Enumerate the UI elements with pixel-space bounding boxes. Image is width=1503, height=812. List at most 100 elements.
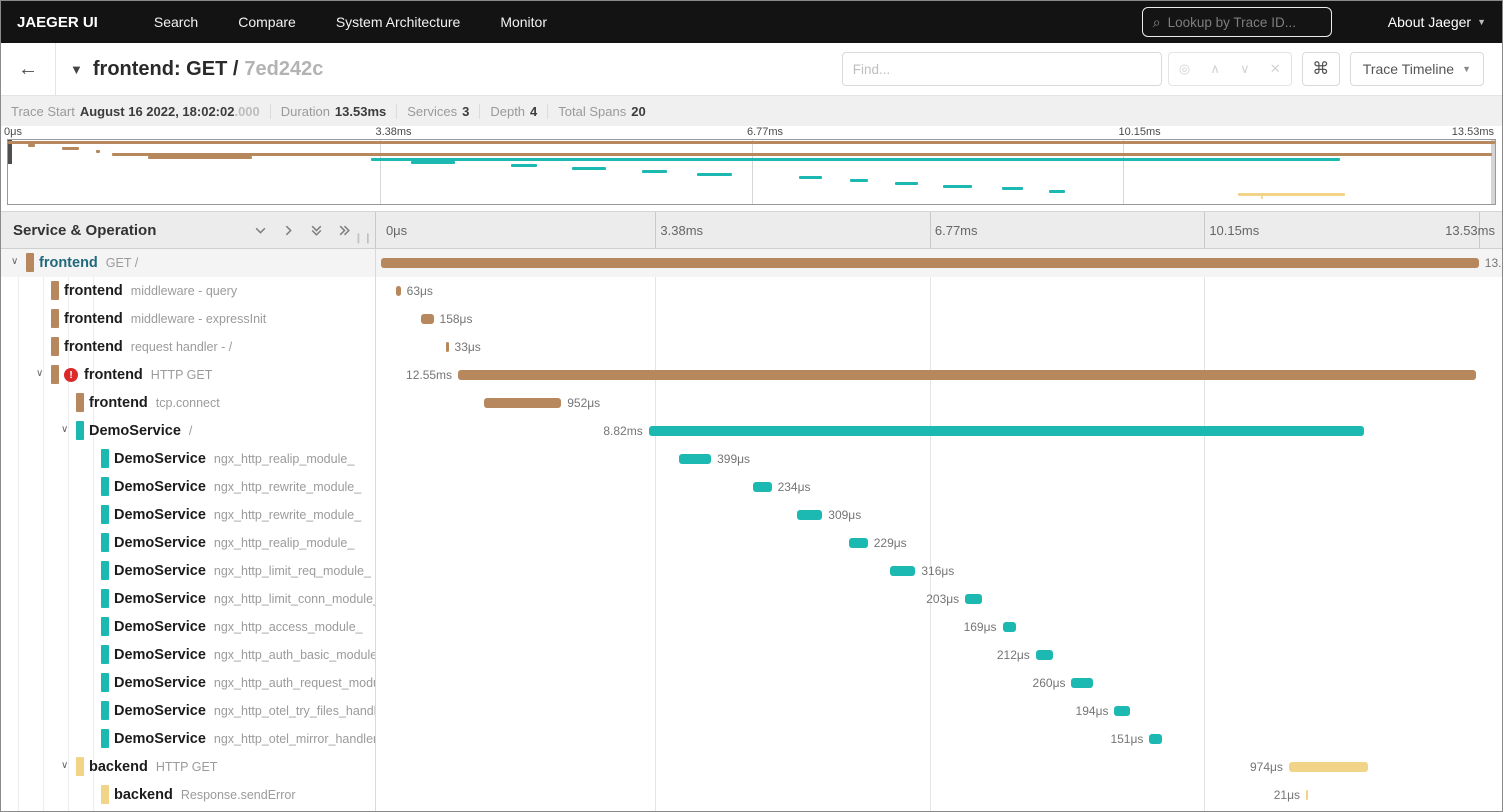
span-graph-row[interactable]: 12.55ms xyxy=(376,361,1502,389)
trace-view-selector[interactable]: Trace Timeline ▼ xyxy=(1349,52,1484,86)
column-resizer[interactable]: ❙❙ xyxy=(354,233,373,244)
span-duration-bar[interactable] xyxy=(445,342,449,352)
left-arrow-icon: ← xyxy=(18,57,38,80)
collapse-one-icon[interactable] xyxy=(254,224,267,237)
span-tree-row[interactable]: ∨ backend HTTP GET xyxy=(1,753,375,781)
span-graph-row[interactable]: 309μs xyxy=(376,501,1502,529)
minimap-tick-label: 0μs xyxy=(4,126,22,138)
span-tree-row[interactable]: ∨! frontend HTTP GET xyxy=(1,361,375,389)
span-toggle-chevron-icon[interactable]: ∨ xyxy=(61,424,68,435)
span-graph-row[interactable]: 169μs xyxy=(376,613,1502,641)
keyboard-shortcuts-button[interactable]: ⌘ xyxy=(1301,52,1340,86)
span-tree-row[interactable]: frontend middleware - expressInit xyxy=(1,305,375,333)
collapse-all-icon[interactable] xyxy=(310,224,323,237)
span-duration-bar[interactable] xyxy=(797,510,823,520)
span-color-chip xyxy=(101,785,109,804)
span-graph-row[interactable]: 203μs xyxy=(376,585,1502,613)
span-duration-bar[interactable] xyxy=(458,370,1477,380)
span-graph-row[interactable]: 316μs xyxy=(376,557,1502,585)
span-graph-row[interactable]: 151μs xyxy=(376,725,1502,753)
span-duration-bar[interactable] xyxy=(395,286,401,296)
span-graph-row[interactable]: 194μs xyxy=(376,697,1502,725)
next-result-icon[interactable]: ∨ xyxy=(1240,61,1250,77)
nav-item-compare[interactable]: Compare xyxy=(238,14,296,30)
span-operation-name: ngx_http_auth_request_module_ xyxy=(213,676,375,690)
span-operation-name: Response.sendError xyxy=(180,788,296,802)
clear-find-icon[interactable]: ✕ xyxy=(1270,61,1281,77)
span-duration-bar[interactable] xyxy=(849,538,868,548)
span-graph-row[interactable]: 229μs xyxy=(376,529,1502,557)
span-toggle-chevron-icon[interactable]: ∨ xyxy=(36,368,43,379)
span-graph-row[interactable]: 260μs xyxy=(376,669,1502,697)
span-tree-row[interactable]: DemoService ngx_http_otel_try_files_handl… xyxy=(1,697,375,725)
span-duration-bar[interactable] xyxy=(1114,706,1131,716)
span-duration-bar[interactable] xyxy=(380,258,1479,268)
span-duration-bar[interactable] xyxy=(678,454,712,464)
span-graph-row[interactable]: 8.82ms xyxy=(376,417,1502,445)
span-graph-row[interactable]: 234μs xyxy=(376,473,1502,501)
span-tree-row[interactable]: DemoService ngx_http_limit_conn_module_ xyxy=(1,585,375,613)
span-tree-row[interactable]: DemoService ngx_http_access_module_ xyxy=(1,613,375,641)
span-tree-row[interactable]: frontend request handler - / xyxy=(1,333,375,361)
span-graph-row[interactable]: 158μs xyxy=(376,305,1502,333)
trace-minimap[interactable] xyxy=(7,139,1496,205)
span-tree-row[interactable]: DemoService ngx_http_realip_module_ xyxy=(1,529,375,557)
span-tree-row[interactable]: ∨ frontend GET / xyxy=(1,249,375,277)
span-duration-bar[interactable] xyxy=(1071,678,1093,688)
span-graph-row[interactable]: 212μs xyxy=(376,641,1502,669)
span-graph-row[interactable]: 63μs xyxy=(376,277,1502,305)
nav-menu: Search Compare System Architecture Monit… xyxy=(154,14,547,30)
span-duration-bar[interactable] xyxy=(1305,790,1308,800)
span-color-chip xyxy=(101,729,109,748)
span-tree-row[interactable]: DemoService ngx_http_auth_basic_module_ xyxy=(1,641,375,669)
span-duration-label: 194μs xyxy=(1075,704,1109,718)
minimap-right-drag-handle[interactable] xyxy=(1491,140,1495,204)
nav-item-system-architecture[interactable]: System Architecture xyxy=(336,14,461,30)
span-tree-row[interactable]: DemoService ngx_http_limit_req_module_ xyxy=(1,557,375,585)
span-duration-bar[interactable] xyxy=(1288,762,1368,772)
trace-id-lookup-input[interactable] xyxy=(1167,14,1321,30)
services-label: Services xyxy=(407,103,458,119)
nav-item-monitor[interactable]: Monitor xyxy=(500,14,547,30)
span-duration-bar[interactable] xyxy=(889,566,916,576)
nav-item-search[interactable]: Search xyxy=(154,14,198,30)
span-graph-row[interactable]: 974μs xyxy=(376,753,1502,781)
span-service-name: DemoService xyxy=(89,423,181,439)
focus-target-icon[interactable]: ◎ xyxy=(1179,61,1190,77)
about-jaeger-menu[interactable]: About Jaeger ▼ xyxy=(1388,14,1486,30)
span-service-name: DemoService xyxy=(114,675,206,691)
span-graph-row[interactable]: 33μs xyxy=(376,333,1502,361)
span-tree-row[interactable]: DemoService ngx_http_auth_request_module_ xyxy=(1,669,375,697)
span-tree-row[interactable]: DemoService ngx_http_rewrite_module_ xyxy=(1,473,375,501)
collapse-trace-chevron-icon[interactable]: ▼ xyxy=(70,62,83,77)
brand-jaeger-ui[interactable]: JAEGER UI xyxy=(17,14,98,31)
span-row-text: DemoService / xyxy=(89,423,192,439)
span-duration-bar[interactable] xyxy=(420,314,434,324)
expand-all-icon[interactable] xyxy=(338,224,351,237)
span-duration-bar[interactable] xyxy=(1002,622,1017,632)
span-duration-bar[interactable] xyxy=(1035,650,1053,660)
expand-one-icon[interactable] xyxy=(282,224,295,237)
span-graph-row[interactable]: 399μs xyxy=(376,445,1502,473)
span-tree-row[interactable]: backend Response.sendError xyxy=(1,781,375,809)
span-duration-label: 399μs xyxy=(717,452,751,466)
span-duration-bar[interactable] xyxy=(965,594,982,604)
span-tree-row[interactable]: frontend middleware - query xyxy=(1,277,375,305)
back-button[interactable]: ← xyxy=(1,43,56,95)
span-tree-row[interactable]: DemoService ngx_http_rewrite_module_ xyxy=(1,501,375,529)
span-tree-row[interactable]: DemoService ngx_http_realip_module_ xyxy=(1,445,375,473)
span-tree-row[interactable]: ∨ DemoService / xyxy=(1,417,375,445)
span-graph-row[interactable]: 21μs xyxy=(376,781,1502,809)
span-duration-bar[interactable] xyxy=(648,426,1365,436)
span-tree-row[interactable]: frontend tcp.connect xyxy=(1,389,375,417)
span-tree-row[interactable]: DemoService ngx_http_otel_mirror_handler_ xyxy=(1,725,375,753)
span-duration-bar[interactable] xyxy=(752,482,772,492)
span-toggle-chevron-icon[interactable]: ∨ xyxy=(11,256,18,267)
span-graph-row[interactable]: 952μs xyxy=(376,389,1502,417)
find-input[interactable] xyxy=(852,61,1151,77)
span-duration-bar[interactable] xyxy=(484,398,562,408)
span-graph-row[interactable]: 13.53ms xyxy=(376,249,1502,277)
prev-result-icon[interactable]: ∧ xyxy=(1210,61,1220,77)
span-toggle-chevron-icon[interactable]: ∨ xyxy=(61,760,68,771)
span-duration-bar[interactable] xyxy=(1149,734,1162,744)
